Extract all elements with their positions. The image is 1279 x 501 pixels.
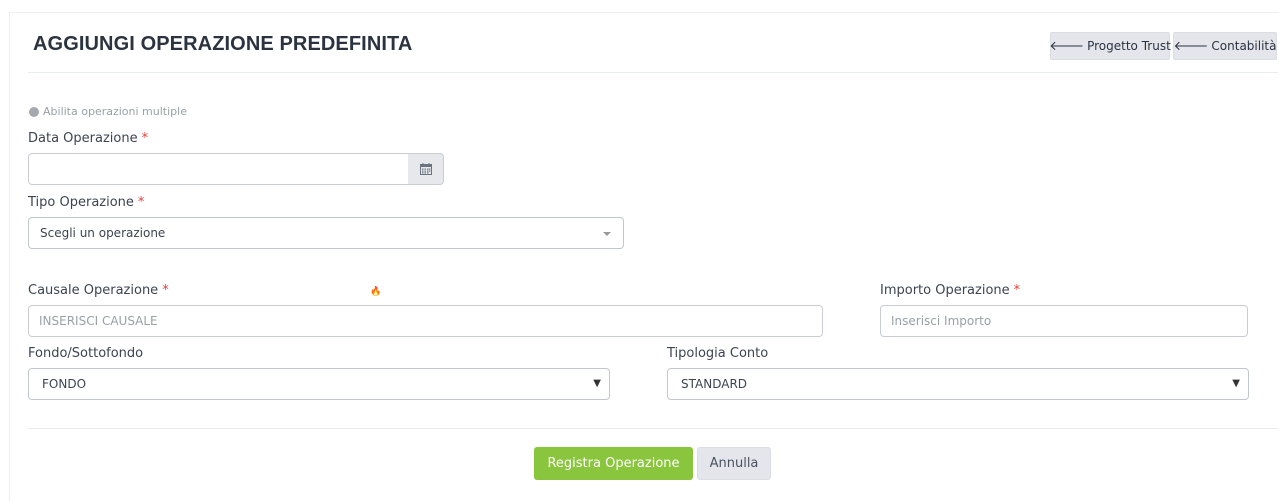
tipologia-conto-selected: STANDARD	[681, 377, 748, 391]
arrow-left-icon: 🡐	[1049, 39, 1085, 54]
progetto-trust-button[interactable]: 🡐 Progetto Trust	[1049, 32, 1171, 60]
causale-label-text: Causale Operazione	[28, 283, 159, 298]
causale-input[interactable]	[28, 305, 823, 337]
tipo-operazione-select[interactable]: Scegli un operazione	[28, 217, 624, 249]
data-operazione-input[interactable]	[28, 153, 409, 185]
tipologia-conto-label-text: Tipologia Conto	[667, 346, 769, 361]
progetto-trust-label: Progetto Trust	[1087, 39, 1171, 53]
toggle-dot-icon	[29, 106, 39, 117]
contabilita-label: Contabilità	[1211, 39, 1277, 53]
fondo-label-text: Fondo/Sottofondo	[28, 346, 144, 361]
calendar-icon	[419, 163, 432, 175]
data-operazione-label: Data Operazione *	[28, 131, 148, 146]
importo-label-text: Importo Operazione	[880, 283, 1010, 298]
chevron-down-icon	[603, 232, 611, 236]
calendar-button[interactable]	[408, 153, 444, 185]
required-marker: *	[137, 195, 145, 210]
fondo-select[interactable]: FONDO ▼	[28, 368, 610, 400]
arrow-left-icon: 🡐	[1173, 39, 1209, 54]
multi-operations-toggle[interactable]: Abilita operazioni multiple	[29, 105, 187, 118]
required-marker: *	[162, 283, 169, 298]
required-marker: *	[141, 131, 149, 146]
tipo-operazione-selected: Scegli un operazione	[40, 226, 166, 240]
fondo-selected: FONDO	[42, 377, 87, 391]
fire-icon: 🔥	[370, 287, 382, 297]
causale-label: Causale Operazione *	[28, 283, 169, 298]
contabilita-button[interactable]: 🡐 Contabilità	[1173, 32, 1277, 60]
fondo-label: Fondo/Sottofondo	[28, 346, 143, 361]
multi-operations-label: Abilita operazioni multiple	[43, 105, 187, 118]
triangle-down-icon: ▼	[593, 378, 601, 389]
tipologia-conto-label: Tipologia Conto	[667, 346, 768, 361]
footer-divider	[28, 428, 1278, 429]
data-operazione-label-text: Data Operazione	[28, 131, 138, 146]
tipologia-conto-select[interactable]: STANDARD ▼	[667, 368, 1249, 400]
importo-input[interactable]	[880, 305, 1248, 337]
registra-operazione-button[interactable]: Registra Operazione	[534, 447, 693, 480]
triangle-down-icon: ▼	[1232, 378, 1240, 389]
required-marker: *	[1013, 283, 1021, 298]
importo-label: Importo Operazione *	[880, 283, 1020, 298]
header-divider	[28, 72, 1278, 73]
tipo-operazione-label-text: Tipo Operazione	[28, 195, 134, 210]
page-title: AGGIUNGI OPERAZIONE PREDEFINITA	[33, 33, 413, 55]
annulla-button[interactable]: Annulla	[697, 447, 771, 480]
tipo-operazione-label: Tipo Operazione *	[28, 195, 144, 210]
